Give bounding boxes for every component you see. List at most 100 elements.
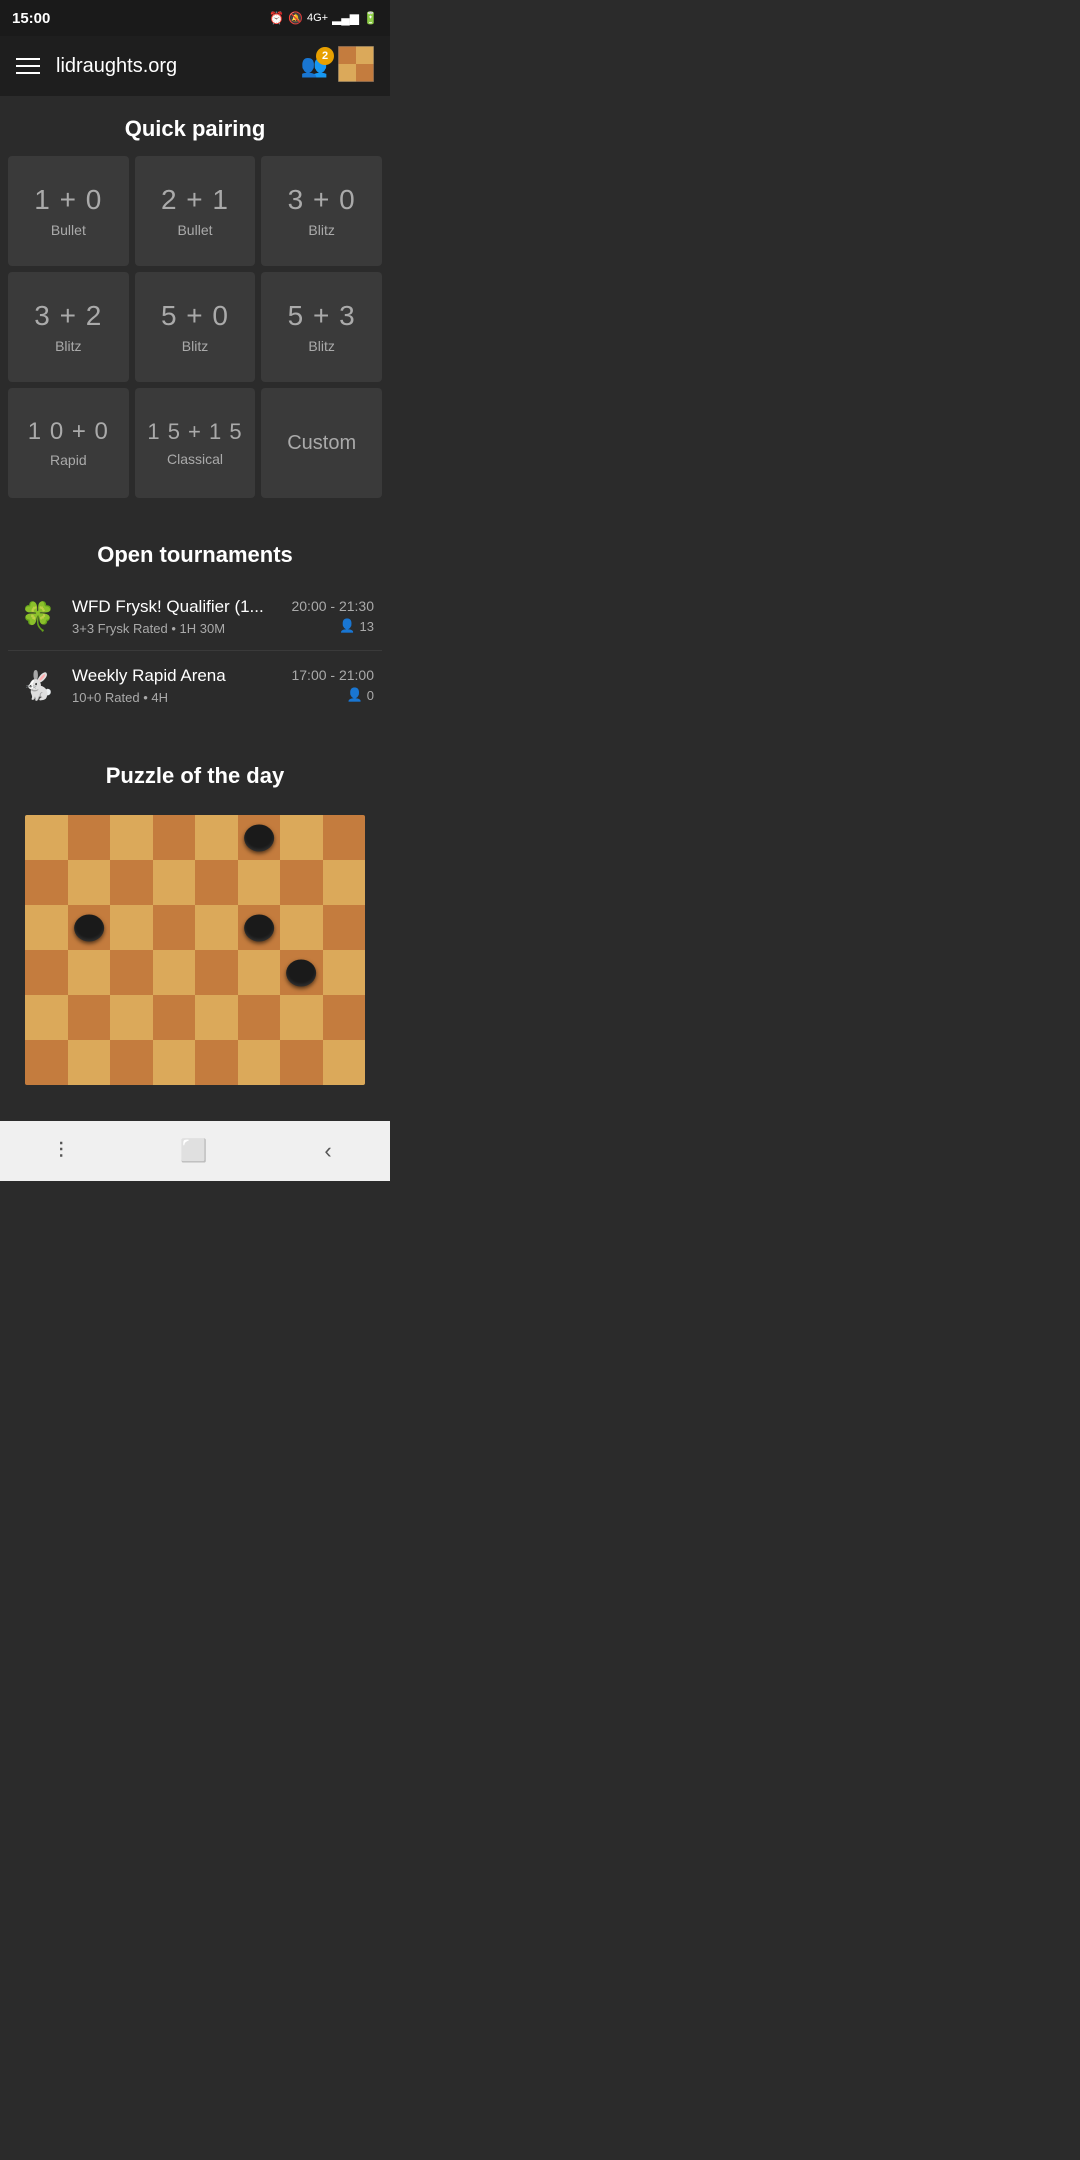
pairing-card-5plus3[interactable]: 5 + 3 Blitz — [261, 272, 382, 382]
cell-4-2 — [110, 995, 153, 1040]
cell-2-7 — [323, 905, 366, 950]
cell-0-6 — [280, 815, 323, 860]
signal-4g-icon: 4G+ — [307, 12, 328, 24]
cell-0-1 — [68, 815, 111, 860]
tournament-info-wfd: WFD Frysk! Qualifier (1... 3+3 Frysk Rat… — [72, 597, 291, 636]
cell-3-6 — [280, 950, 323, 995]
pairing-label-5plus3: Blitz — [308, 338, 334, 354]
cell-5-7 — [323, 1040, 366, 1085]
cell-1-2 — [110, 860, 153, 905]
players-icon-wfd: 👤 — [339, 618, 355, 634]
pairing-card-custom[interactable]: Custom — [261, 388, 382, 498]
cell-3-2 — [110, 950, 153, 995]
header-left: lidraughts.org — [16, 55, 177, 78]
tournament-timerange-weekly: 17:00 - 21:00 — [291, 667, 374, 683]
nav-menu-button[interactable]: ⫶ — [34, 1130, 88, 1172]
cell-2-3 — [153, 905, 196, 950]
cell-5-5 — [238, 1040, 281, 1085]
cell-0-3 — [153, 815, 196, 860]
checkerboard-grid — [25, 815, 365, 1085]
tournament-icon-rabbit: 🐇 — [16, 663, 60, 707]
cell-5-4 — [195, 1040, 238, 1085]
nav-back-button[interactable]: ‹ — [300, 1130, 355, 1172]
cell-2-2 — [110, 905, 153, 950]
cell-1-5 — [238, 860, 281, 905]
pairing-card-3plus0[interactable]: 3 + 0 Blitz — [261, 156, 382, 266]
piece-3-6 — [286, 959, 316, 986]
puzzle-section: Puzzle of the day — [0, 743, 390, 1085]
cell-2-4 — [195, 905, 238, 950]
cell-2-0 — [25, 905, 68, 950]
pairing-time-2plus1: 2 + 1 — [161, 184, 229, 216]
quick-pairing-title: Quick pairing — [0, 96, 390, 156]
tournament-details-weekly: 10+0 Rated • 4H — [72, 690, 291, 705]
signal-bars-icon: ▂▄▆ — [332, 11, 359, 25]
status-time: 15:00 — [12, 10, 50, 27]
notifications-button[interactable]: 👥 2 — [301, 53, 328, 79]
tournament-players-weekly: 👤 0 — [291, 687, 374, 703]
pairing-label-3plus0: Blitz — [308, 222, 334, 238]
notification-badge: 2 — [316, 47, 334, 65]
cell-3-1 — [68, 950, 111, 995]
pairing-grid: 1 + 0 Bullet 2 + 1 Bullet 3 + 0 Blitz 3 … — [0, 156, 390, 498]
status-icons: ⏰ 🔕 4G+ ▂▄▆ 🔋 — [269, 11, 378, 25]
tournament-item-weekly[interactable]: 🐇 Weekly Rapid Arena 10+0 Rated • 4H 17:… — [8, 651, 382, 719]
cell-4-1 — [68, 995, 111, 1040]
pairing-card-2plus1[interactable]: 2 + 1 Bullet — [135, 156, 256, 266]
pairing-time-3plus0: 3 + 0 — [288, 184, 356, 216]
cell-3-7 — [323, 950, 366, 995]
nav-home-button[interactable]: ⬜ — [156, 1130, 231, 1172]
puzzle-title: Puzzle of the day — [8, 743, 382, 803]
cell-1-6 — [280, 860, 323, 905]
cell-5-0 — [25, 1040, 68, 1085]
pairing-card-1plus0[interactable]: 1 + 0 Bullet — [8, 156, 129, 266]
cell-2-6 — [280, 905, 323, 950]
pairing-label-15plus15: Classical — [167, 451, 223, 467]
tournament-name-wfd: WFD Frysk! Qualifier (1... — [72, 597, 291, 617]
cell-4-5 — [238, 995, 281, 1040]
cell-3-3 — [153, 950, 196, 995]
header-right: 👥 2 — [301, 46, 374, 87]
tournament-timerange-wfd: 20:00 - 21:30 — [291, 598, 374, 614]
cell-4-6 — [280, 995, 323, 1040]
pairing-label-10plus0: Rapid — [50, 452, 87, 468]
players-count-weekly: 0 — [367, 688, 374, 703]
main-content: Quick pairing 1 + 0 Bullet 2 + 1 Bullet … — [0, 96, 390, 1105]
tournament-name-weekly: Weekly Rapid Arena — [72, 666, 291, 686]
pairing-time-15plus15: 1 5 + 1 5 — [147, 419, 242, 445]
pairing-label-5plus0: Blitz — [182, 338, 208, 354]
cell-1-7 — [323, 860, 366, 905]
cell-0-0 — [25, 815, 68, 860]
tournament-icon-hearts: 🍀 — [16, 594, 60, 638]
hamburger-menu-button[interactable] — [16, 58, 40, 74]
pairing-card-5plus0[interactable]: 5 + 0 Blitz — [135, 272, 256, 382]
players-icon-weekly: 👤 — [347, 687, 363, 703]
puzzle-board[interactable] — [25, 815, 365, 1085]
cell-3-4 — [195, 950, 238, 995]
cell-0-5 — [238, 815, 281, 860]
cell-3-5 — [238, 950, 281, 995]
cell-4-7 — [323, 995, 366, 1040]
cell-0-7 — [323, 815, 366, 860]
cell-0-2 — [110, 815, 153, 860]
piece-2-1 — [74, 914, 104, 941]
cell-3-0 — [25, 950, 68, 995]
players-count-wfd: 13 — [360, 619, 374, 634]
tournament-item-wfd[interactable]: 🍀 WFD Frysk! Qualifier (1... 3+3 Frysk R… — [8, 582, 382, 651]
chess-board-button[interactable] — [338, 46, 374, 87]
mute-icon: 🔕 — [288, 11, 303, 25]
cell-5-1 — [68, 1040, 111, 1085]
pairing-card-15plus15[interactable]: 1 5 + 1 5 Classical — [135, 388, 256, 498]
piece-0-5 — [244, 824, 274, 851]
nav-menu-icon: ⫶ — [58, 1138, 64, 1164]
piece-2-5 — [244, 914, 274, 941]
pairing-time-10plus0: 1 0 + 0 — [28, 418, 109, 446]
pairing-card-10plus0[interactable]: 1 0 + 0 Rapid — [8, 388, 129, 498]
pairing-time-5plus3: 5 + 3 — [288, 300, 356, 332]
quick-pairing-section: Quick pairing 1 + 0 Bullet 2 + 1 Bullet … — [0, 96, 390, 498]
cell-4-4 — [195, 995, 238, 1040]
tournament-time-weekly: 17:00 - 21:00 👤 0 — [291, 667, 374, 703]
cell-1-3 — [153, 860, 196, 905]
tournament-details-wfd: 3+3 Frysk Rated • 1H 30M — [72, 621, 291, 636]
pairing-card-3plus2[interactable]: 3 + 2 Blitz — [8, 272, 129, 382]
